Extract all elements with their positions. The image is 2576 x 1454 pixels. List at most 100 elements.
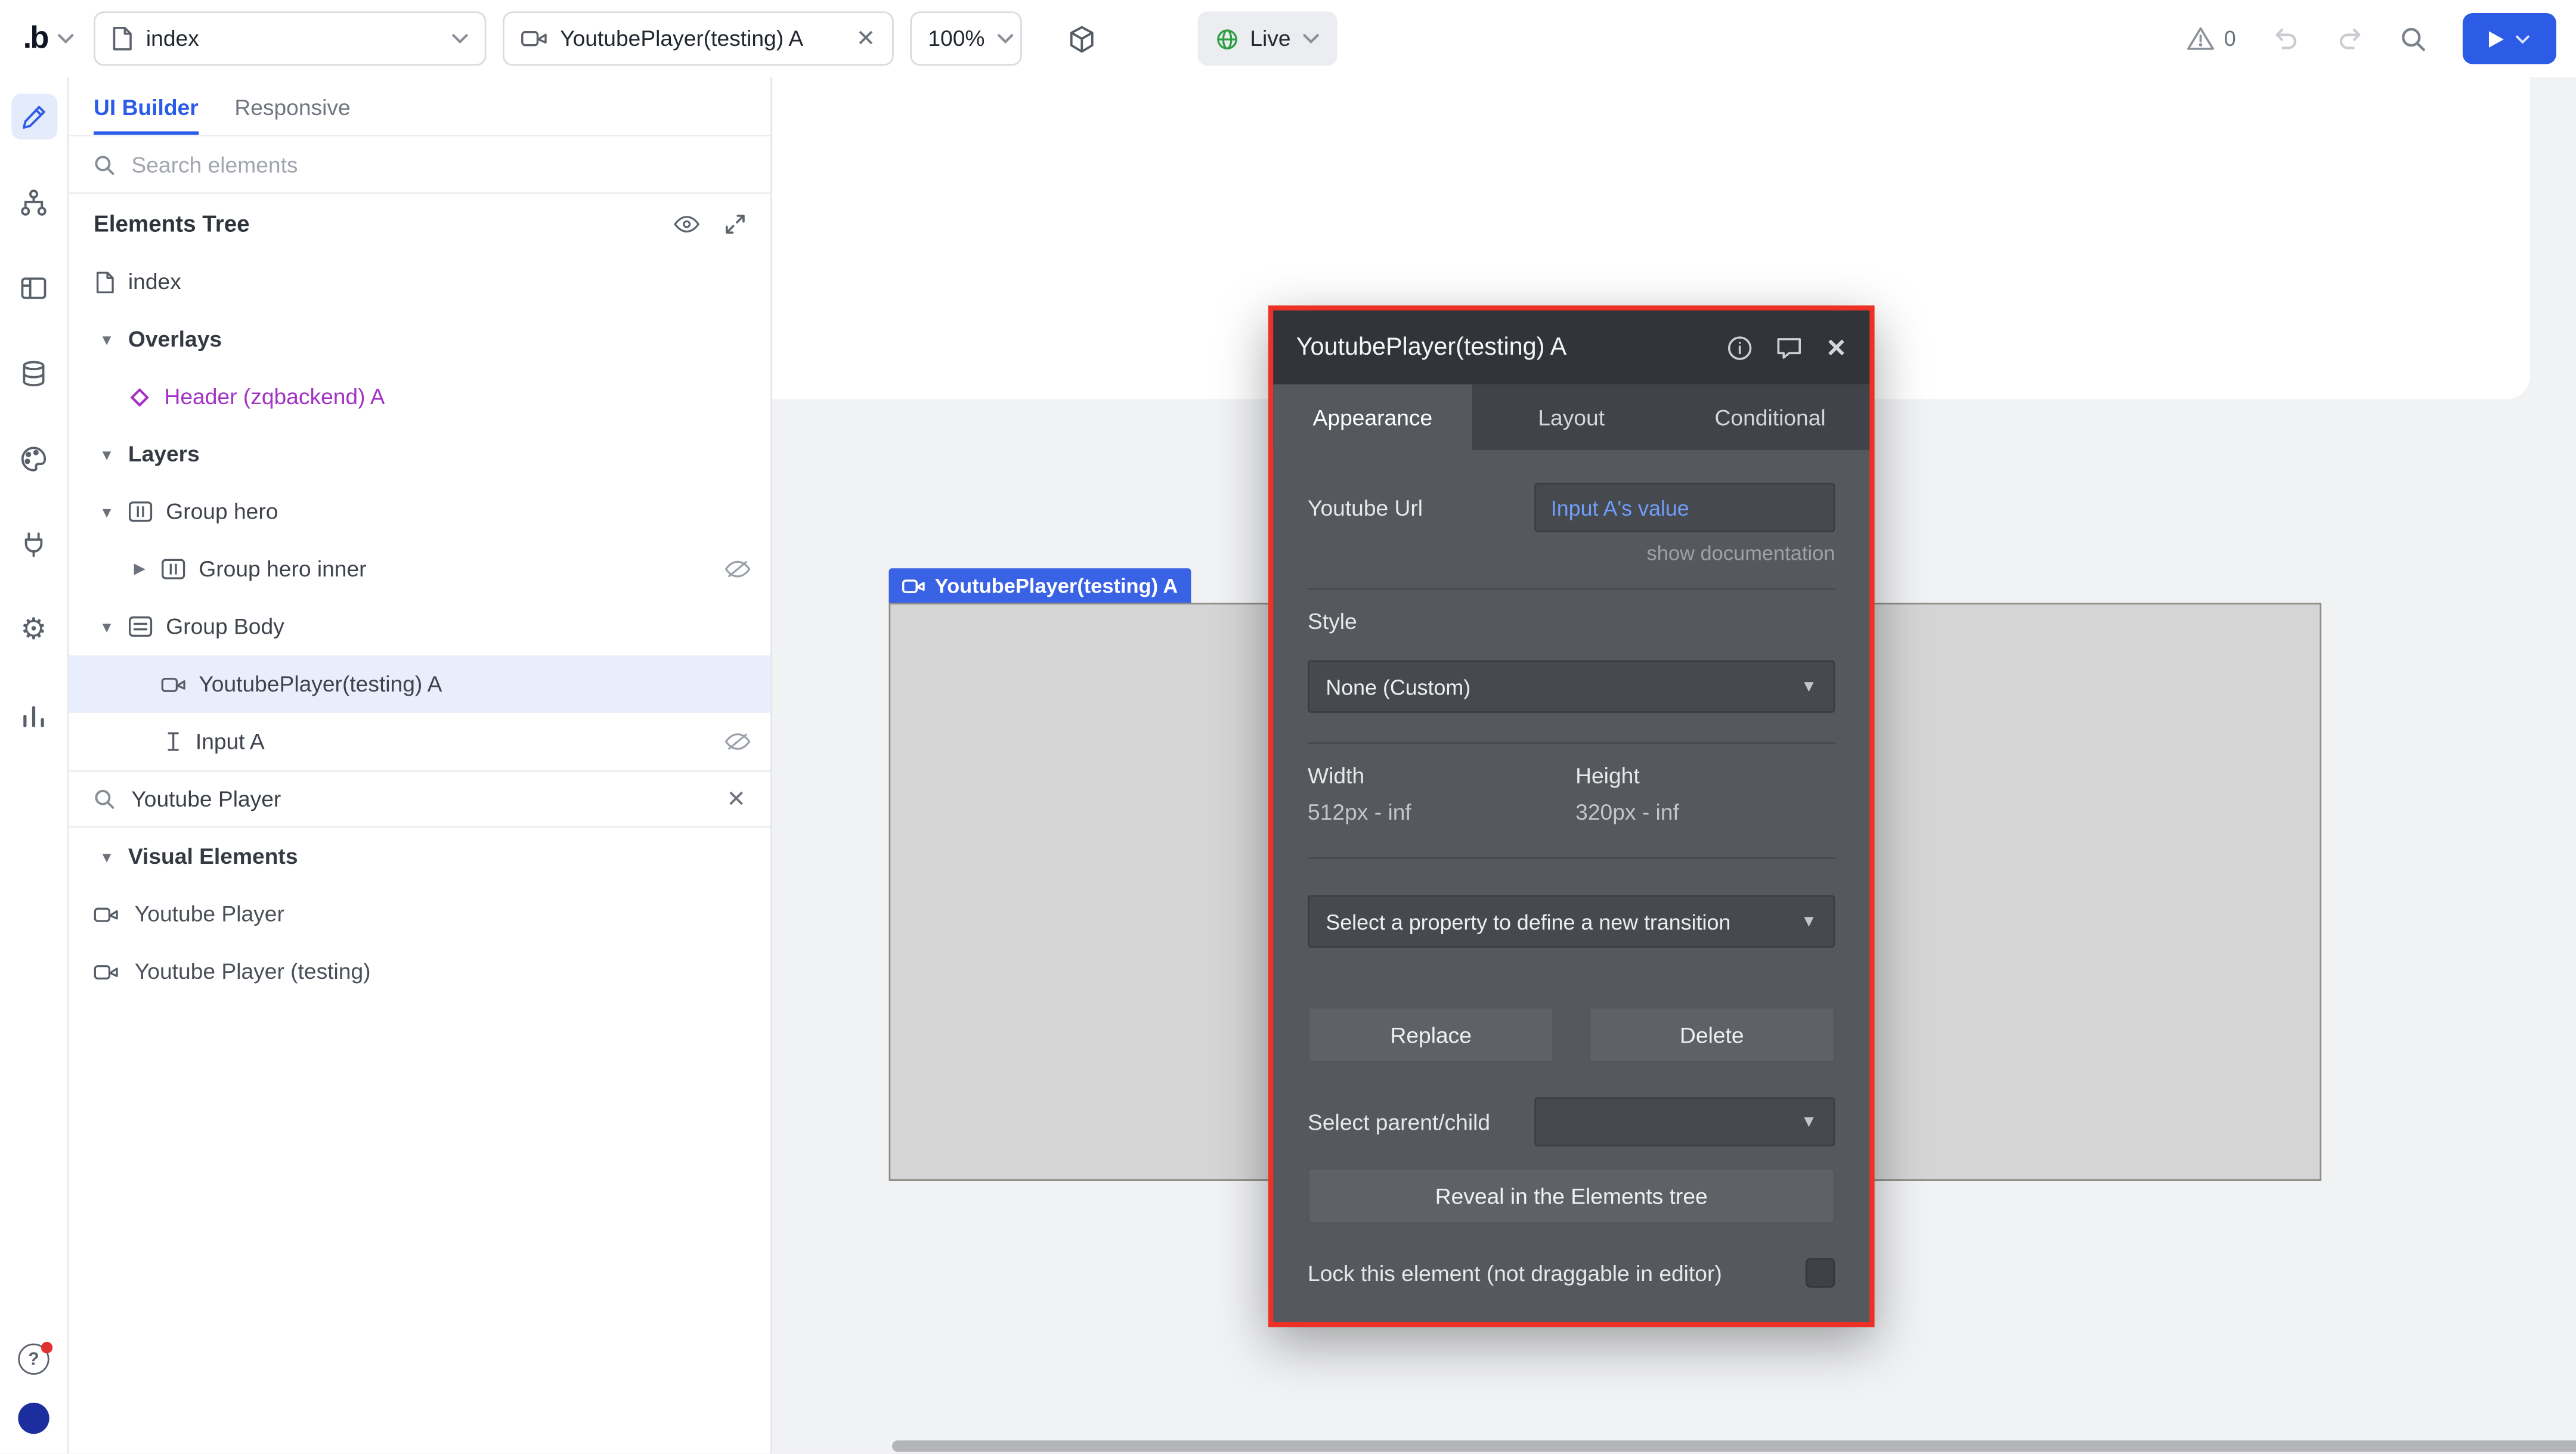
redo-icon[interactable] <box>2336 26 2364 51</box>
elements-tree-title: Elements Tree <box>94 210 674 237</box>
style-dropdown-value: None (Custom) <box>1326 674 1800 699</box>
chevron-down-icon[interactable]: ▼ <box>98 503 115 520</box>
ui-builder-tab-icon[interactable] <box>11 94 57 139</box>
panel-tabs: UI Builder Responsive <box>69 77 770 136</box>
expand-tree-icon[interactable] <box>724 213 746 234</box>
palette-item-youtube-player-testing[interactable]: Youtube Player (testing) <box>69 943 770 1000</box>
tree-section-layers[interactable]: ▼ Layers <box>69 426 770 483</box>
chevron-down-icon[interactable]: ▼ <box>98 848 115 865</box>
close-icon[interactable]: ✕ <box>1826 333 1847 362</box>
styles-tab-icon[interactable] <box>11 435 57 481</box>
horizontal-scrollbar[interactable] <box>892 1440 2576 1452</box>
hidden-eye-icon[interactable] <box>724 560 751 578</box>
search-icon <box>94 154 115 175</box>
tree-section-overlays[interactable]: ▼ Overlays <box>69 311 770 368</box>
delete-button[interactable]: Delete <box>1589 1007 1835 1063</box>
video-icon <box>902 577 925 594</box>
tree-item-youtubeplayer-selected[interactable]: YoutubePlayer(testing) A <box>69 655 770 712</box>
video-icon <box>521 30 547 48</box>
bubble-editor: .b index YoutubePlayer(testing) A ✕ 100% <box>0 0 2576 1453</box>
top-toolbar: .b index YoutubePlayer(testing) A ✕ 100% <box>0 0 2576 77</box>
parent-child-dropdown[interactable]: ▼ <box>1534 1097 1835 1146</box>
avatar[interactable] <box>18 1403 49 1434</box>
section-visual-elements[interactable]: ▼ Visual Elements <box>69 828 770 885</box>
selected-element-selector[interactable]: YoutubePlayer(testing) A ✕ <box>503 11 894 66</box>
tree-item-group-hero[interactable]: ▼ Group hero <box>69 483 770 540</box>
zoom-selector[interactable]: 100% <box>910 11 1021 66</box>
help-icon[interactable]: ? <box>18 1344 49 1375</box>
chevron-down-icon <box>1302 33 1319 44</box>
data-tab-icon[interactable] <box>11 350 57 396</box>
live-version-badge[interactable]: Live <box>1197 11 1337 66</box>
tree-item-label: Input A <box>196 729 265 754</box>
transition-dropdown-placeholder: Select a property to define a new transi… <box>1326 909 1800 934</box>
lock-element-checkbox[interactable] <box>1806 1258 1835 1288</box>
tree-item-label: Group hero inner <box>199 557 366 581</box>
tab-conditional[interactable]: Conditional <box>1671 385 1869 450</box>
plugins-tab-icon[interactable] <box>11 520 57 566</box>
hidden-eye-icon[interactable] <box>724 733 751 751</box>
chevron-right-icon[interactable]: ▶ <box>131 560 148 578</box>
element-search-input[interactable] <box>131 787 710 811</box>
divider <box>1308 857 1835 859</box>
tab-ui-builder[interactable]: UI Builder <box>94 80 199 134</box>
chevron-down-icon[interactable]: ▼ <box>98 331 115 348</box>
tree-item-group-hero-inner[interactable]: ▶ Group hero inner <box>69 540 770 597</box>
property-editor-titlebar[interactable]: YoutubePlayer(testing) A ✕ <box>1273 311 1869 385</box>
youtube-url-label: Youtube Url <box>1308 495 1423 520</box>
bubble-logo-menu[interactable]: .b <box>20 20 77 57</box>
lock-element-label: Lock this element (not draggable in edit… <box>1308 1261 1722 1285</box>
tree-item-index[interactable]: index <box>69 253 770 310</box>
property-editor-tabs: Appearance Layout Conditional <box>1273 385 1869 450</box>
undo-icon[interactable] <box>2272 26 2300 51</box>
live-globe-icon <box>1215 27 1239 50</box>
clear-search-icon[interactable]: ✕ <box>726 785 745 813</box>
selected-element-name: YoutubePlayer(testing) A <box>560 26 843 51</box>
issue-checker[interactable]: 0 <box>2186 26 2236 51</box>
preview-button[interactable] <box>2463 13 2556 64</box>
tree-item-header-overlay[interactable]: Header (zqbackend) A <box>69 368 770 425</box>
bubble-logo: .b <box>23 20 48 57</box>
clear-element-icon[interactable]: ✕ <box>856 24 875 52</box>
style-label: Style <box>1308 609 1835 634</box>
visibility-eye-icon[interactable] <box>674 215 700 232</box>
design-layout-tab-icon[interactable] <box>11 265 57 311</box>
section-label: Visual Elements <box>128 844 298 869</box>
video-icon <box>161 676 185 693</box>
tab-layout[interactable]: Layout <box>1472 385 1671 450</box>
selected-element-tag[interactable]: YoutubePlayer(testing) A <box>889 568 1191 603</box>
palette-item-youtube-player[interactable]: Youtube Player <box>69 885 770 943</box>
workflow-tab-icon[interactable] <box>11 179 57 225</box>
comment-icon[interactable] <box>1776 336 1803 359</box>
settings-tab-icon[interactable]: ⚙ <box>11 606 57 652</box>
tree-item-label: Header (zqbackend) A <box>165 385 385 409</box>
show-documentation-link[interactable]: show documentation <box>1308 542 1835 565</box>
chevron-down-icon[interactable]: ▼ <box>98 618 115 635</box>
chevron-down-icon <box>451 33 468 44</box>
search-elements-input[interactable] <box>131 152 745 176</box>
tree-item-input-a[interactable]: Input A <box>69 713 770 770</box>
tree-section-label: Layers <box>128 442 200 466</box>
transition-dropdown[interactable]: Select a property to define a new transi… <box>1308 895 1835 948</box>
search-icon[interactable] <box>2400 26 2426 52</box>
youtube-url-input[interactable] <box>1534 483 1835 532</box>
replace-button[interactable]: Replace <box>1308 1007 1554 1063</box>
logs-tab-icon[interactable] <box>11 692 57 737</box>
page-selector[interactable]: index <box>94 11 486 66</box>
tab-appearance[interactable]: Appearance <box>1273 385 1472 450</box>
component-library-icon[interactable] <box>1068 24 1096 54</box>
info-icon[interactable] <box>1727 334 1754 361</box>
height-label: Height <box>1575 764 1640 788</box>
width-value: 512px - inf <box>1308 800 1575 824</box>
design-canvas[interactable]: YoutubePlayer(testing) A YoutubePlayer(t… <box>772 77 2576 1453</box>
tree-item-label: Group Body <box>166 614 284 638</box>
reveal-in-tree-button[interactable]: Reveal in the Elements tree <box>1308 1168 1835 1224</box>
style-dropdown[interactable]: None (Custom) ▼ <box>1308 661 1835 713</box>
chevron-down-icon <box>57 33 74 44</box>
tree-item-group-body[interactable]: ▼ Group Body <box>69 598 770 655</box>
tab-responsive[interactable]: Responsive <box>234 80 350 131</box>
chevron-down-icon: ▼ <box>1801 677 1817 695</box>
chevron-down-icon[interactable]: ▼ <box>98 446 115 463</box>
column-group-icon <box>128 501 153 522</box>
property-editor-title: YoutubePlayer(testing) A <box>1296 333 1704 361</box>
